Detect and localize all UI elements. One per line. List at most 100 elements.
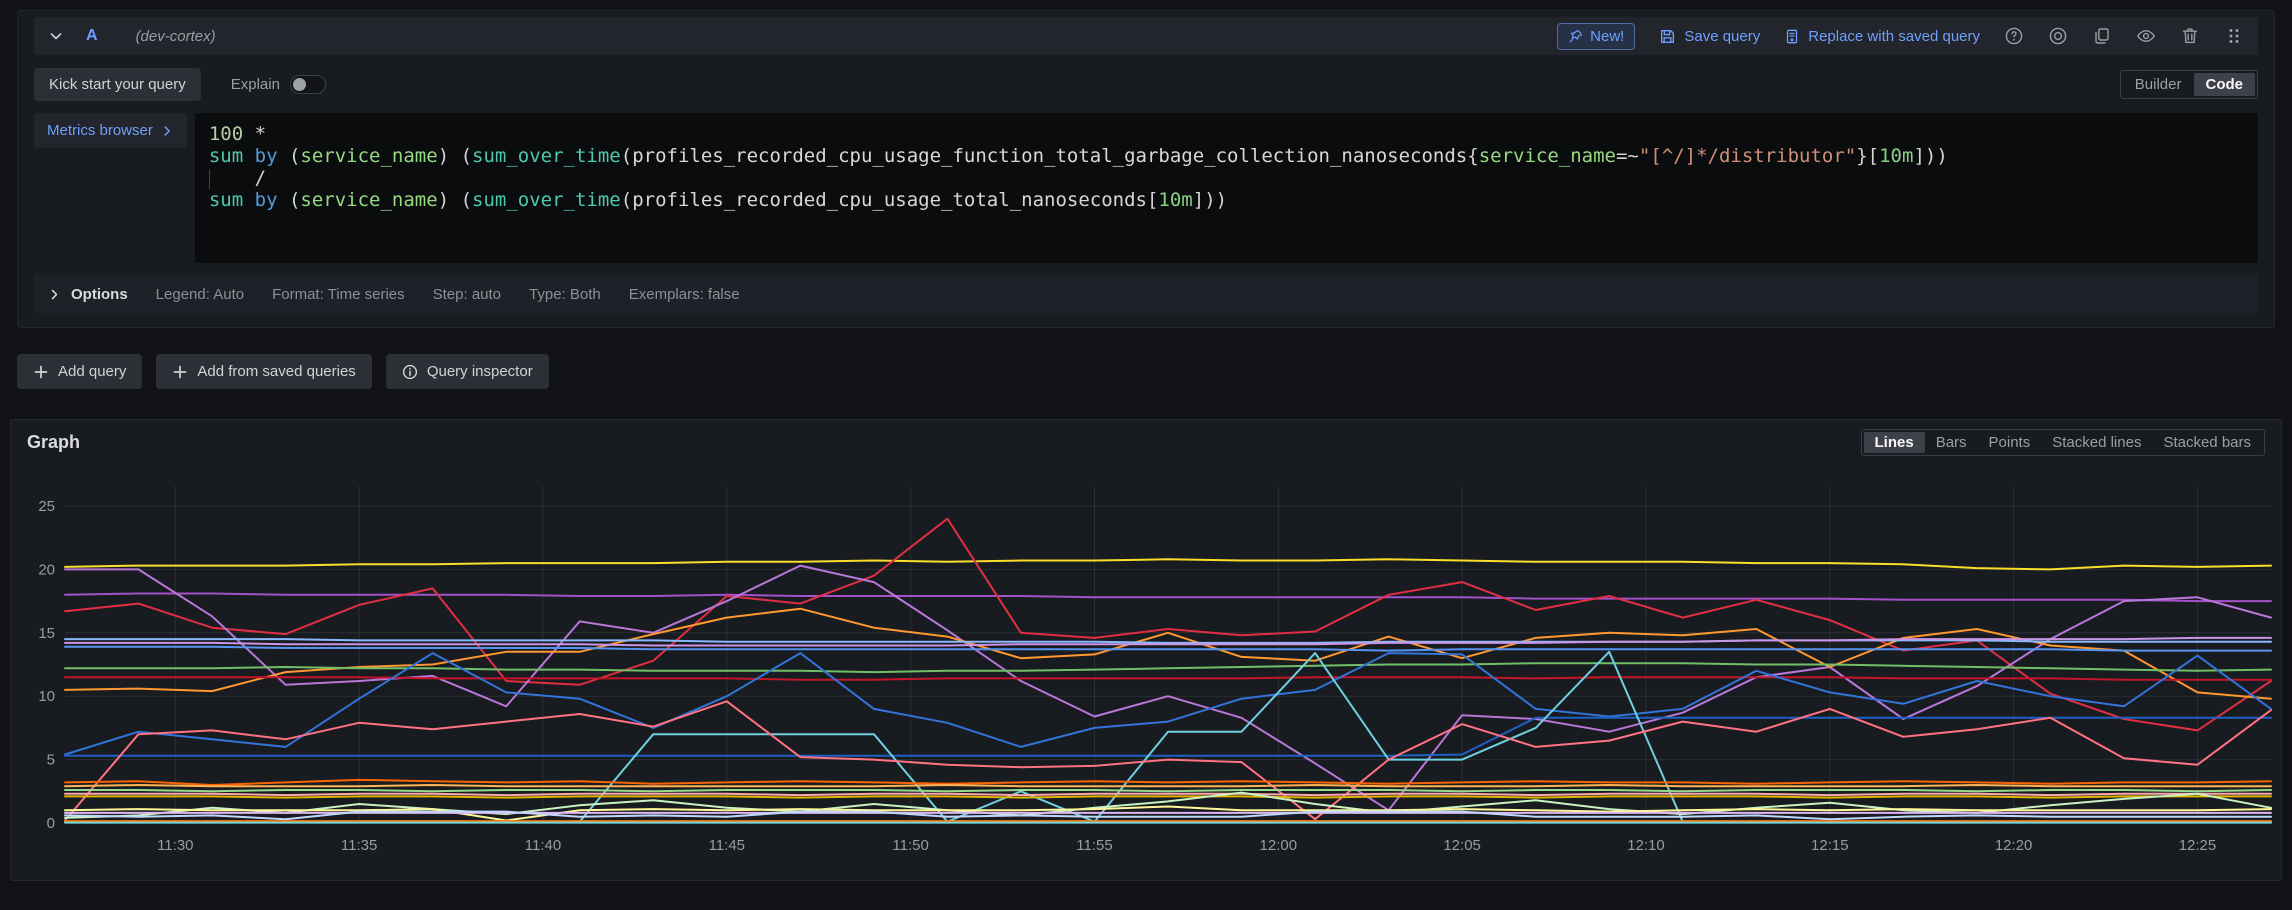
query-header-actions: New! Save query Replace with saved query [1557, 23, 2244, 50]
graph-panel: Graph LinesBarsPointsStacked linesStacke… [10, 419, 2282, 881]
record-circle-icon[interactable] [2048, 26, 2068, 46]
save-query-button[interactable]: Save query [1659, 28, 1760, 45]
series-orange-volatile [65, 609, 2271, 699]
kick-start-query-button[interactable]: Kick start your query [34, 68, 201, 101]
query-ref-id: A [86, 27, 98, 45]
replace-with-saved-query-label: Replace with saved query [1808, 28, 1980, 45]
trash-icon[interactable] [2180, 26, 2200, 46]
series-magenta-volatile [65, 566, 2271, 811]
metrics-browser-label: Metrics browser [47, 122, 153, 139]
series-blue-flat [65, 647, 2271, 651]
add-query-label: Add query [58, 363, 126, 380]
plus-icon [33, 364, 49, 380]
series-lightgreen-flat [65, 790, 2271, 791]
series-red-volatile [65, 519, 2271, 731]
x-axis-label: 11:50 [892, 837, 928, 854]
y-axis-label: 20 [38, 561, 55, 578]
drag-handle-icon[interactable] [2224, 26, 2244, 46]
graph-mode-bars[interactable]: Bars [1925, 432, 1978, 453]
new-badge[interactable]: New! [1557, 23, 1635, 50]
copy-icon[interactable] [2092, 26, 2112, 46]
query-inspector-button[interactable]: Query inspector [386, 354, 549, 389]
info-circle-icon [402, 364, 418, 380]
graph-mode-stacked-bars[interactable]: Stacked bars [2152, 432, 2262, 453]
editor-mode-switcher: Builder Code [2120, 70, 2258, 99]
new-badge-label: New! [1590, 28, 1624, 45]
editor-mode-code[interactable]: Code [2194, 73, 2256, 96]
add-from-saved-queries-button[interactable]: Add from saved queries [156, 354, 371, 389]
x-axis-label: 11:45 [709, 837, 745, 854]
x-axis-label: 12:10 [1627, 837, 1665, 854]
code-line-2: sum by (service_name) (sum_over_time(pro… [209, 145, 2244, 167]
add-query-button[interactable]: Add query [17, 354, 142, 389]
x-axis-label: 12:25 [2179, 837, 2217, 854]
explain-toggle-group: Explain [231, 75, 326, 94]
x-axis-label: 12:20 [1995, 837, 2033, 854]
explain-label: Explain [231, 76, 280, 93]
series-darkorange-3 [65, 780, 2271, 785]
query-option-stat: Exemplars: false [629, 286, 740, 303]
help-circle-icon[interactable] [2004, 26, 2024, 46]
plus-icon [172, 364, 188, 380]
series-violet-flat [65, 638, 2271, 646]
code-lines: 100 *sum by (service_name) (sum_over_tim… [209, 123, 2244, 211]
y-axis-label: 10 [38, 688, 55, 705]
y-axis-label: 5 [47, 752, 55, 769]
explain-toggle[interactable] [290, 75, 326, 94]
x-axis-label: 11:35 [341, 837, 377, 854]
replace-with-saved-query-button[interactable]: Replace with saved query [1784, 28, 1980, 45]
x-axis-label: 11:55 [1076, 837, 1112, 854]
add-from-saved-queries-label: Add from saved queries [197, 363, 355, 380]
x-axis-label: 12:00 [1260, 837, 1298, 854]
code-line-3: / [209, 167, 2244, 189]
query-option-stat: Step: auto [433, 286, 501, 303]
query-option-stat: Format: Time series [272, 286, 405, 303]
query-editor-row: Metrics browser 100 *sum by (service_nam… [34, 113, 2258, 263]
time-series-chart[interactable]: 0 5 10 15 20 25 11:30 11:35 11:40 11:45 11:50 11:55… [21, 460, 2283, 866]
eye-icon[interactable] [2136, 26, 2156, 46]
series-royalblue-flat [65, 718, 2271, 756]
graph-panel-title: Graph [27, 432, 80, 453]
graph-mode-lines[interactable]: Lines [1864, 432, 1925, 453]
document-icon [1784, 28, 1800, 45]
series-lightorange-flat [65, 785, 2271, 786]
query-actions-row: Add query Add from saved queries Query i… [17, 354, 2275, 389]
rocket-icon [1568, 29, 1583, 44]
query-editor-panel: A (dev-cortex) New! Save query [17, 10, 2275, 328]
y-axis-label: 25 [38, 498, 55, 515]
editor-mode-builder[interactable]: Builder [2123, 73, 2194, 96]
options-stats: Legend: Auto Format: Time series Step: aut… [156, 286, 740, 303]
series-green-12 [65, 663, 2271, 672]
query-option-stat: Legend: Auto [156, 286, 244, 303]
datasource-name: (dev-cortex) [136, 28, 216, 45]
graph-panel-header: Graph LinesBarsPointsStacked linesStacke… [11, 420, 2281, 458]
x-axis-label: 11:40 [525, 837, 561, 854]
x-axis-label: 12:05 [1443, 837, 1481, 854]
metrics-browser-button[interactable]: Metrics browser [34, 113, 187, 148]
code-line-4: sum by (service_name) (sum_over_time(pro… [209, 189, 2244, 211]
angle-right-icon [48, 288, 61, 301]
x-axis-label: 11:30 [157, 837, 193, 854]
code-line-1: 100 * [209, 123, 2244, 145]
toggle-knob [293, 78, 306, 91]
series-yellow-flat-20 [65, 559, 2271, 569]
x-axis-label: 12:15 [1811, 837, 1849, 854]
series-pink-volatile [65, 701, 2271, 820]
y-axis-label: 0 [47, 815, 55, 832]
graph-mode-group: LinesBarsPointsStacked linesStacked bars [1861, 429, 2266, 456]
options-title: Options [71, 286, 128, 303]
chart-grid: 0 5 10 15 20 25 11:30 11:35 11:40 11:45 11:50 11:55… [38, 486, 2271, 854]
graph-mode-points[interactable]: Points [1978, 432, 2042, 453]
query-option-stat: Type: Both [529, 286, 601, 303]
code-editor[interactable]: 100 *sum by (service_name) (sum_over_tim… [195, 113, 2258, 263]
save-query-label: Save query [1684, 28, 1760, 45]
query-inspector-label: Query inspector [427, 363, 533, 380]
graph-mode-stacked-lines[interactable]: Stacked lines [2041, 432, 2152, 453]
query-options-row[interactable]: Options Legend: Auto Format: Time series S… [34, 275, 2258, 313]
y-axis-label: 15 [38, 625, 55, 642]
chart-series [65, 519, 2271, 823]
collapse-chevron-icon[interactable] [48, 28, 64, 44]
query-row-header[interactable]: A (dev-cortex) New! Save query [34, 17, 2258, 55]
save-icon [1659, 28, 1676, 45]
series-pink-flat [65, 794, 2271, 795]
